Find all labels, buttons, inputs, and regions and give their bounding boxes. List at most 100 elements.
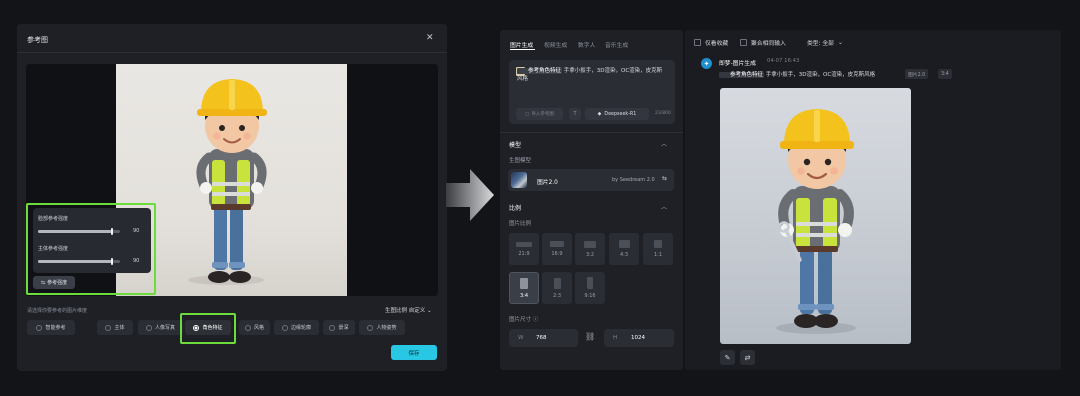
character-chip-highlight-box bbox=[180, 313, 236, 344]
aggregate-filter-label: 聚合相同输入 bbox=[751, 41, 786, 47]
divider bbox=[500, 132, 683, 133]
chip-label: 智能参考 bbox=[45, 325, 66, 331]
regenerate-button[interactable]: ⇄ bbox=[740, 350, 755, 365]
active-tab-indicator bbox=[510, 49, 535, 50]
refresh-icon: ⇄ bbox=[744, 353, 751, 362]
image-icon: ▢ bbox=[525, 111, 530, 117]
aggregate-filter[interactable]: 聚合相同输入 bbox=[740, 38, 786, 47]
favorites-filter[interactable]: 仅看收藏 bbox=[694, 38, 728, 47]
prompt-text: 参考角色特征 手拿小扳手，3D渲染，OC渲染，皮克斯风格 bbox=[517, 67, 667, 83]
model-section-title: 模型 bbox=[509, 142, 522, 149]
ratio-shape bbox=[550, 241, 564, 247]
ratio-sub-label: 图片比例 bbox=[509, 221, 532, 227]
checkbox-icon bbox=[740, 39, 747, 46]
strength-highlight-box bbox=[26, 203, 156, 295]
ratio-shape bbox=[516, 241, 532, 247]
chip-label: 人像写真 bbox=[154, 325, 175, 331]
radio-icon bbox=[244, 324, 251, 331]
ratio-label: 1:1 bbox=[653, 252, 663, 258]
ratio-shape bbox=[654, 240, 662, 248]
width-value: 768 bbox=[536, 335, 547, 341]
chevron-down-icon: ⌄ bbox=[427, 308, 432, 314]
type-filter-label: 类型: 全部 bbox=[807, 41, 834, 47]
ratio-option-4-3[interactable]: 4:3 bbox=[609, 233, 639, 265]
settings-sliders-icon[interactable]: ⇆ bbox=[662, 175, 667, 182]
radio-icon bbox=[145, 324, 152, 331]
ratio-option-21-9[interactable]: 21:9 bbox=[509, 233, 539, 265]
edit-button[interactable]: ✎ bbox=[720, 350, 735, 365]
app-avatar-icon: ✦ bbox=[701, 58, 712, 69]
ratio-option-16-9[interactable]: 16:9 bbox=[542, 233, 572, 265]
chevron-up-icon[interactable]: ︿ bbox=[661, 139, 667, 148]
chip-label: 景深 bbox=[338, 325, 349, 331]
reference-tag: 参考角色特征 bbox=[517, 68, 563, 74]
tab-video-generation[interactable]: 视频生成 bbox=[544, 40, 567, 49]
link-icon[interactable]: ⛓ bbox=[585, 332, 595, 341]
chip-portrait[interactable]: 人像写真 bbox=[138, 320, 183, 335]
ratio-label: 9:16 bbox=[584, 293, 596, 299]
chip-smart-reference[interactable]: 智能参考 bbox=[27, 320, 75, 335]
chevron-up-icon[interactable]: ︿ bbox=[661, 202, 667, 211]
ratio-option-3-4[interactable]: 3:4 bbox=[509, 272, 539, 304]
ratio-label: 2:3 bbox=[552, 292, 562, 299]
height-value: 1024 bbox=[631, 335, 645, 341]
ratio-label: 16:9 bbox=[551, 251, 563, 257]
radio-icon bbox=[329, 324, 336, 331]
height-key: H bbox=[613, 335, 618, 341]
prompt-input[interactable]: 参考角色特征 手拿小扳手，3D渲染，OC渲染，皮克斯风格 ▢ 导入参考图 T ◆… bbox=[509, 60, 675, 124]
chip-label: 主体 bbox=[114, 325, 125, 331]
dimension-hint: 请选择你要参考的图片维度 bbox=[27, 308, 88, 314]
tab-digital-human[interactable]: 数字人 bbox=[578, 40, 595, 49]
import-reference-label: 导入参考图 bbox=[531, 112, 554, 117]
height-field[interactable]: H 1024 bbox=[604, 329, 674, 347]
image-size-title: 图片尺寸 bbox=[509, 317, 532, 323]
type-filter[interactable]: 类型: 全部 ⌄ bbox=[807, 38, 843, 48]
ratio-option-1-1[interactable]: 1:1 bbox=[643, 233, 673, 265]
save-button[interactable]: 保存 bbox=[391, 345, 437, 360]
chip-pose[interactable]: 人物姿势 bbox=[359, 320, 405, 335]
model-name: 图片2.0 bbox=[537, 180, 558, 186]
reference-tag: 参考角色特征 bbox=[719, 72, 765, 78]
width-field[interactable]: W 768 bbox=[509, 329, 578, 347]
ratio-badge: 3:4 bbox=[938, 69, 952, 79]
ratio-option-3-2[interactable]: 3:2 bbox=[575, 233, 605, 265]
chevron-down-icon: ⌄ bbox=[837, 39, 843, 46]
generated-image[interactable] bbox=[720, 88, 911, 344]
import-reference-button[interactable]: ▢ 导入参考图 bbox=[516, 108, 563, 120]
model-thumbnail bbox=[511, 172, 527, 188]
ratio-option-9-16[interactable]: 9:16 bbox=[575, 272, 605, 304]
chip-label: 人物姿势 bbox=[376, 325, 397, 331]
chip-style[interactable]: 风格 bbox=[239, 320, 270, 335]
chip-edge-outline[interactable]: 边缘轮廓 bbox=[274, 320, 319, 335]
model-provider: by Seedream 2.0 bbox=[612, 177, 655, 183]
info-icon: ⓘ bbox=[532, 317, 539, 323]
chip-label: 风格 bbox=[253, 325, 264, 331]
checkbox-icon bbox=[694, 39, 701, 46]
arrow-right-icon bbox=[446, 169, 494, 221]
close-icon[interactable]: ✕ bbox=[426, 33, 434, 43]
char-count: 23/800 bbox=[655, 111, 671, 116]
generated-worker-illustration bbox=[776, 109, 856, 334]
tab-image-generation[interactable]: 图片生成 bbox=[510, 40, 533, 49]
radio-icon bbox=[105, 324, 112, 331]
ratio-option-2-3[interactable]: 2:3 bbox=[542, 272, 572, 304]
model-badge: 图片2.0 bbox=[905, 69, 929, 79]
chip-label: 边缘轮廓 bbox=[290, 325, 311, 331]
history-prompt-body: 手拿小扳手，3D渲染，OC渲染，皮克斯风格 bbox=[765, 72, 876, 78]
ratio-shape bbox=[584, 240, 596, 248]
chip-subject[interactable]: 主体 bbox=[97, 320, 133, 335]
model-select[interactable]: 图片2.0 by Seedream 2.0 ⇆ bbox=[508, 169, 674, 191]
deepseek-button[interactable]: ◆ Deepseek-R1 bbox=[585, 108, 649, 120]
ratio-select[interactable]: 生图比例 自定义 ⌄ bbox=[385, 306, 432, 314]
tab-music-generation[interactable]: 音乐生成 bbox=[605, 40, 628, 49]
text-button[interactable]: T bbox=[569, 108, 581, 120]
radio-icon bbox=[281, 324, 288, 331]
ratio-shape bbox=[520, 277, 528, 289]
history-prompt: 参考角色特征 手拿小扳手，3D渲染，OC渲染，皮克斯风格 bbox=[719, 70, 875, 78]
ratio-section-title: 比例 bbox=[509, 205, 522, 212]
deepseek-icon: ◆ bbox=[597, 111, 602, 117]
chip-depth[interactable]: 景深 bbox=[323, 320, 355, 335]
ratio-label: 4:3 bbox=[619, 252, 629, 258]
history-timestamp: 04-07 16:43 bbox=[767, 58, 800, 64]
ratio-shape bbox=[618, 240, 630, 248]
